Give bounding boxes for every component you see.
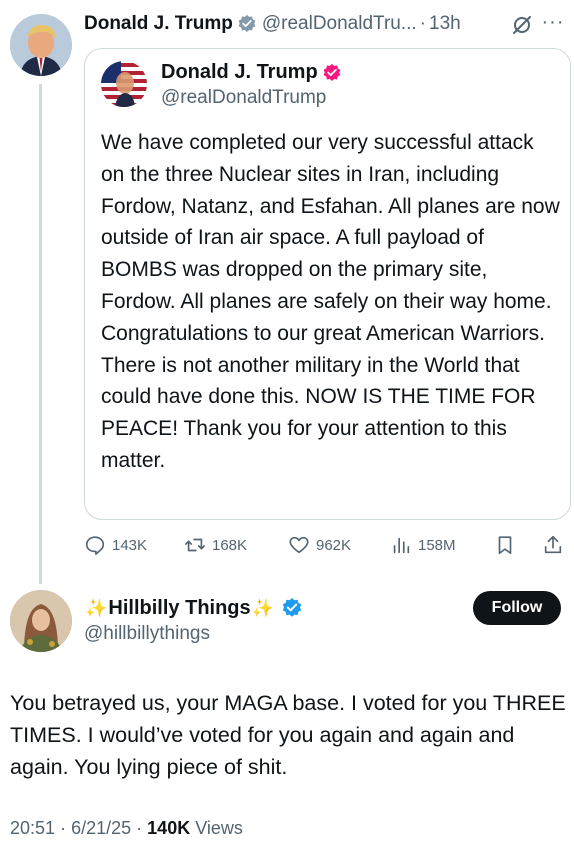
quoted-tweet-text: We have completed our very successful at… — [101, 131, 560, 472]
views-button[interactable]: 158M — [390, 530, 456, 560]
analytics-icon — [393, 537, 410, 554]
reply-author-name[interactable]: ✨ Hillbilly Things ✨ — [84, 595, 303, 621]
thread-connector-line — [39, 84, 42, 584]
author-name[interactable]: Donald J. Trump — [84, 13, 233, 35]
reply-icon — [85, 536, 105, 555]
repost-icon — [185, 538, 205, 552]
reply-meta: 20:51 · 6/21/25 · 140K Views — [10, 818, 243, 839]
tweet-action-bar: 143K 168K 962K 158M — [84, 530, 572, 560]
verified-badge-icon — [282, 598, 302, 617]
quoted-author-avatar[interactable] — [101, 61, 147, 107]
reply-author-avatar[interactable] — [10, 590, 72, 652]
reply-tweet-text: You betrayed us, your MAGA base. I voted… — [10, 691, 566, 779]
like-count: 962K — [316, 536, 352, 554]
reply-button[interactable]: 143K — [84, 530, 147, 560]
separator-dot: · — [136, 818, 143, 838]
views-count: 158M — [418, 536, 456, 554]
heart-icon — [289, 536, 309, 554]
reply-author-name-text[interactable]: Hillbilly Things — [108, 597, 250, 620]
reply-count: 143K — [112, 536, 148, 554]
reply-author-handle[interactable]: @hillbillythings — [84, 623, 210, 645]
quoted-author-handle[interactable]: @realDonaldTrump — [161, 87, 326, 109]
grok-icon[interactable] — [511, 14, 533, 36]
reply-time[interactable]: 20:51 — [10, 818, 55, 838]
reply-views-count: 140K — [147, 818, 191, 838]
repost-count: 168K — [212, 536, 248, 554]
sparkles-icon: ✨ — [85, 597, 108, 618]
share-icon — [544, 535, 562, 554]
like-button[interactable]: 962K — [288, 530, 351, 560]
tweet-time[interactable]: 13h — [429, 13, 461, 35]
bookmark-button[interactable] — [494, 530, 522, 560]
verified-gray-badge-icon — [238, 14, 256, 32]
reply-views-label: Views — [195, 818, 243, 838]
sparkles-icon: ✨ — [251, 597, 275, 618]
separator-dot: · — [60, 818, 67, 838]
verified-badge-icon — [323, 63, 341, 81]
reply-date[interactable]: 6/21/25 — [71, 818, 131, 838]
author-handle[interactable]: @realDonaldTru... — [262, 13, 417, 35]
share-button[interactable] — [542, 530, 570, 560]
repost-button[interactable]: 168K — [184, 530, 247, 560]
more-dots-icon[interactable]: ··· — [539, 10, 567, 38]
bookmark-icon — [498, 536, 512, 555]
follow-button[interactable]: Follow — [473, 591, 561, 625]
separator-dot: · — [419, 13, 426, 34]
quoted-author-name[interactable]: Donald J. Trump — [161, 61, 342, 84]
quoted-author-name-text[interactable]: Donald J. Trump — [161, 61, 318, 84]
tweet-header: Donald J. Trump @realDonaldTru... · 13h … — [84, 10, 568, 38]
author-avatar[interactable] — [10, 14, 72, 76]
quoted-tweet-card[interactable]: Donald J. Trump @realDonaldTrump We have… — [84, 48, 571, 520]
